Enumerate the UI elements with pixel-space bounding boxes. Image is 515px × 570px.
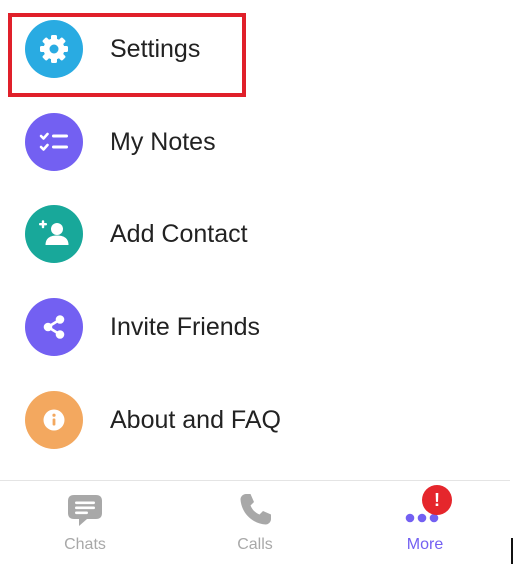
notification-badge: ! bbox=[422, 485, 452, 515]
notes-checklist-icon bbox=[25, 113, 83, 171]
tab-label: Chats bbox=[64, 536, 106, 553]
menu-item-about-faq[interactable]: About and FAQ bbox=[0, 380, 510, 460]
add-person-icon bbox=[25, 205, 83, 263]
info-icon bbox=[25, 391, 83, 449]
menu-item-label: My Notes bbox=[110, 128, 216, 156]
menu-item-label: Settings bbox=[110, 35, 201, 63]
text-cursor bbox=[511, 538, 513, 564]
tab-label: Calls bbox=[237, 536, 273, 553]
tab-chats[interactable]: Chats bbox=[0, 481, 170, 570]
more-screen: Settings My Notes Add Contact Invite Fri… bbox=[0, 0, 515, 570]
chat-bubble-icon bbox=[65, 489, 105, 529]
gear-icon bbox=[25, 20, 83, 78]
tab-label: More bbox=[406, 536, 444, 553]
share-icon bbox=[25, 298, 83, 356]
menu-item-label: Invite Friends bbox=[110, 313, 261, 341]
phone-icon bbox=[235, 489, 275, 529]
tab-calls[interactable]: Calls bbox=[170, 481, 340, 570]
menu-item-label: About and FAQ bbox=[110, 406, 281, 434]
menu-item-add-contact[interactable]: Add Contact bbox=[0, 194, 510, 274]
menu-item-settings[interactable]: Settings bbox=[0, 9, 510, 89]
menu-item-label: Add Contact bbox=[110, 220, 248, 248]
tab-more[interactable]: ! More bbox=[340, 481, 510, 570]
menu-item-my-notes[interactable]: My Notes bbox=[0, 102, 510, 182]
menu-item-invite-friends[interactable]: Invite Friends bbox=[0, 287, 510, 367]
bottom-tab-bar: Chats Calls ! More bbox=[0, 480, 510, 570]
